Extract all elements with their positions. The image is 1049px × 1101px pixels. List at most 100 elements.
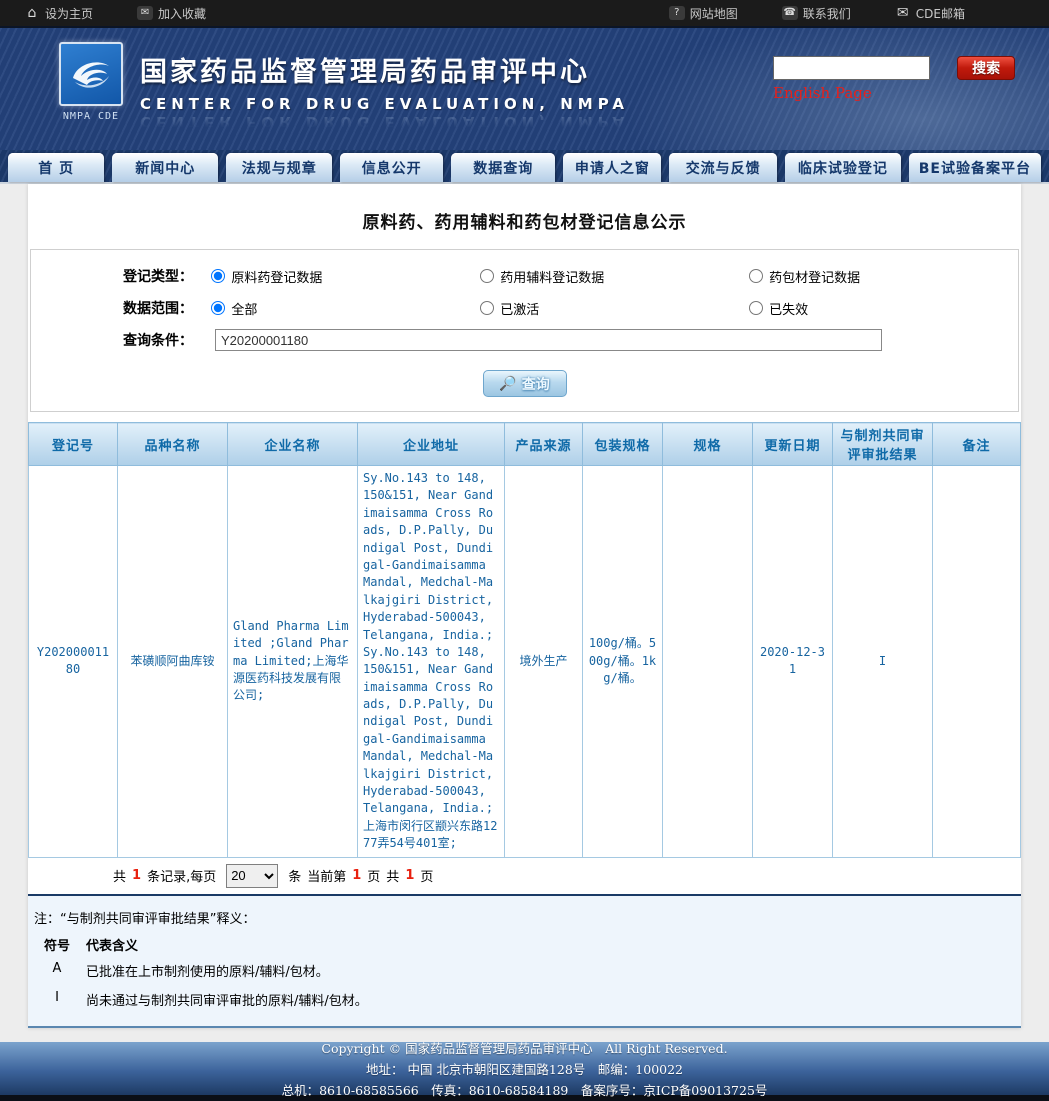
pagination: 共 1 条记录,每页 20 条 当前第 1 页 共 1 页 <box>28 858 1021 896</box>
query-form: 登记类型： 原料药登记数据 药用辅料登记数据 药包材登记数据 数据范围： <box>30 249 1019 412</box>
page-size-select[interactable]: 20 <box>226 864 278 888</box>
magnifier-icon: 🔎 <box>499 375 516 392</box>
sitemap-link[interactable]: ? 网站地图 <box>669 5 738 22</box>
radio-activated-label: 已激活 <box>500 299 539 318</box>
site-search-button[interactable]: 搜索 <box>957 56 1015 80</box>
logo: NMPA CDE <box>55 42 127 122</box>
pagination-total-suffix: 条记录,每页 <box>147 866 216 885</box>
tab-news[interactable]: 新闻中心 <box>112 153 218 182</box>
col-reg-no: 登记号 <box>29 423 118 466</box>
radio-activated-input[interactable] <box>480 301 494 315</box>
tab-clinical-trial[interactable]: 临床试验登记 <box>785 153 901 182</box>
col-review-result: 与制剂共同审评审批结果 <box>833 423 933 466</box>
pagination-current-page: 1 <box>352 868 361 883</box>
pagination-total-count: 1 <box>132 868 141 883</box>
add-favorite-link[interactable]: ✉ 加入收藏 <box>137 5 206 22</box>
note-meaning-header: 代表含义 <box>86 935 138 954</box>
envelope-icon: ✉ <box>137 6 153 20</box>
cell-company-address: Sy.No.143 to 148, 150&151, Near Gandimai… <box>358 466 505 858</box>
cell-reg-no: Y20200001180 <box>29 466 118 858</box>
data-range-label: 数据范围： <box>123 298 211 318</box>
legend-note: 注：“与制剂共同审评审批结果”释义： 符号 代表含义 A 已批准在上市制剂使用的… <box>28 896 1021 1028</box>
pagination-current-suffix: 页 <box>367 866 380 885</box>
cell-update-date: 2020-12-31 <box>753 466 833 858</box>
note-symbol-a: A <box>40 961 74 980</box>
radio-activated[interactable]: 已激活 <box>480 299 749 318</box>
radio-expired-input[interactable] <box>749 301 763 315</box>
query-button-label: 查询 <box>522 374 550 394</box>
footer-address: 地址： 中国 北京市朝阳区建国路128号 邮编：100022 <box>0 1059 1049 1078</box>
reg-type-label: 登记类型： <box>123 266 211 286</box>
query-button[interactable]: 🔎 查询 <box>483 370 567 397</box>
radio-raw-material-label: 原料药登记数据 <box>231 267 322 286</box>
radio-packaging-input[interactable] <box>749 269 763 283</box>
radio-excipient-input[interactable] <box>480 269 494 283</box>
radio-excipient[interactable]: 药用辅料登记数据 <box>480 267 749 286</box>
col-company-name: 企业名称 <box>228 423 358 466</box>
radio-excipient-label: 药用辅料登记数据 <box>500 267 604 286</box>
table-header-row: 登记号 品种名称 企业名称 企业地址 产品来源 包装规格 规格 更新日期 与制剂… <box>29 423 1021 466</box>
cde-logo-icon <box>59 42 123 106</box>
english-page-link[interactable]: English Page <box>773 84 872 102</box>
radio-all[interactable]: 全部 <box>211 299 480 318</box>
col-package: 包装规格 <box>583 423 663 466</box>
set-home-link[interactable]: ⌂ 设为主页 <box>24 5 93 22</box>
col-product-name: 品种名称 <box>118 423 228 466</box>
cell-review-result: I <box>833 466 933 858</box>
site-title-cn: 国家药品监督管理局药品审评中心 <box>140 50 629 89</box>
note-row-a: A 已批准在上市制剂使用的原料/辅料/包材。 <box>32 956 1021 985</box>
results-table: 登记号 品种名称 企业名称 企业地址 产品来源 包装规格 规格 更新日期 与制剂… <box>28 422 1021 858</box>
pagination-pages-prefix: 共 <box>386 866 399 885</box>
radio-expired[interactable]: 已失效 <box>749 299 1018 318</box>
note-meaning-i: 尚未通过与制剂共同审评审批的原料/辅料/包材。 <box>86 990 368 1009</box>
cell-package: 100g/桶。500g/桶。1kg/桶。 <box>583 466 663 858</box>
col-spec: 规格 <box>663 423 753 466</box>
radio-all-input[interactable] <box>211 301 225 315</box>
radio-raw-material[interactable]: 原料药登记数据 <box>211 267 480 286</box>
tab-feedback[interactable]: 交流与反馈 <box>669 153 777 182</box>
note-symbol-i: I <box>40 990 74 1009</box>
cell-product-name: 苯磺顺阿曲库铵 <box>118 466 228 858</box>
logo-caption: NMPA CDE <box>55 111 127 122</box>
page-title: 原料药、药用辅料和药包材登记信息公示 <box>28 198 1021 249</box>
mail-icon: ✉ <box>895 6 911 20</box>
cell-spec <box>663 466 753 858</box>
radio-all-label: 全部 <box>231 299 257 318</box>
radio-expired-label: 已失效 <box>769 299 808 318</box>
site-title-en-reflection: CENTER FOR DRUG EVALUATION, NMPA <box>140 113 629 131</box>
footer-contact: 总机：8610-68585566 传真：8610-68584189 备案序号：京… <box>0 1080 1049 1099</box>
tab-home[interactable]: 首 页 <box>8 153 104 182</box>
radio-packaging[interactable]: 药包材登记数据 <box>749 267 1018 286</box>
contact-link[interactable]: ☎ 联系我们 <box>782 5 851 22</box>
table-row: Y20200001180 苯磺顺阿曲库铵 Gland Pharma Limite… <box>29 466 1021 858</box>
tab-info-disclosure[interactable]: 信息公开 <box>340 153 443 182</box>
radio-raw-material-input[interactable] <box>211 269 225 283</box>
content-area: 原料药、药用辅料和药包材登记信息公示 登记类型： 原料药登记数据 药用辅料登记数… <box>0 184 1049 1028</box>
add-favorite-label: 加入收藏 <box>158 5 206 22</box>
query-condition-input[interactable] <box>215 329 882 351</box>
tab-data-query[interactable]: 数据查询 <box>451 153 555 182</box>
home-icon: ⌂ <box>24 6 40 20</box>
pagination-total-pages: 1 <box>405 868 414 883</box>
radio-packaging-label: 药包材登记数据 <box>769 267 860 286</box>
col-remark: 备注 <box>933 423 1021 466</box>
cde-mail-link[interactable]: ✉ CDE邮箱 <box>895 5 965 22</box>
sitemap-label: 网站地图 <box>690 5 738 22</box>
site-search-input[interactable] <box>773 56 930 80</box>
note-meaning-a: 已批准在上市制剂使用的原料/辅料/包材。 <box>86 961 329 980</box>
pagination-size-unit: 条 <box>288 866 301 885</box>
cell-source: 境外生产 <box>505 466 583 858</box>
tab-be-platform[interactable]: BE试验备案平台 <box>909 153 1041 182</box>
cell-remark <box>933 466 1021 858</box>
cde-mail-label: CDE邮箱 <box>916 5 965 22</box>
tab-regulations[interactable]: 法规与规章 <box>226 153 332 182</box>
site-header: NMPA CDE 国家药品监督管理局药品审评中心 CENTER FOR DRUG… <box>0 28 1049 150</box>
set-home-label: 设为主页 <box>45 5 93 22</box>
contact-label: 联系我们 <box>803 5 851 22</box>
note-symbol-header: 符号 <box>40 935 74 954</box>
pagination-current-prefix: 当前第 <box>307 866 346 885</box>
topbar: ⌂ 设为主页 ✉ 加入收藏 ? 网站地图 ☎ 联系我们 ✉ CDE邮箱 <box>0 0 1049 28</box>
query-condition-label: 查询条件： <box>123 330 215 350</box>
main-nav: 首 页 新闻中心 法规与规章 信息公开 数据查询 申请人之窗 交流与反馈 临床试… <box>0 150 1049 184</box>
tab-applicant-window[interactable]: 申请人之窗 <box>563 153 661 182</box>
